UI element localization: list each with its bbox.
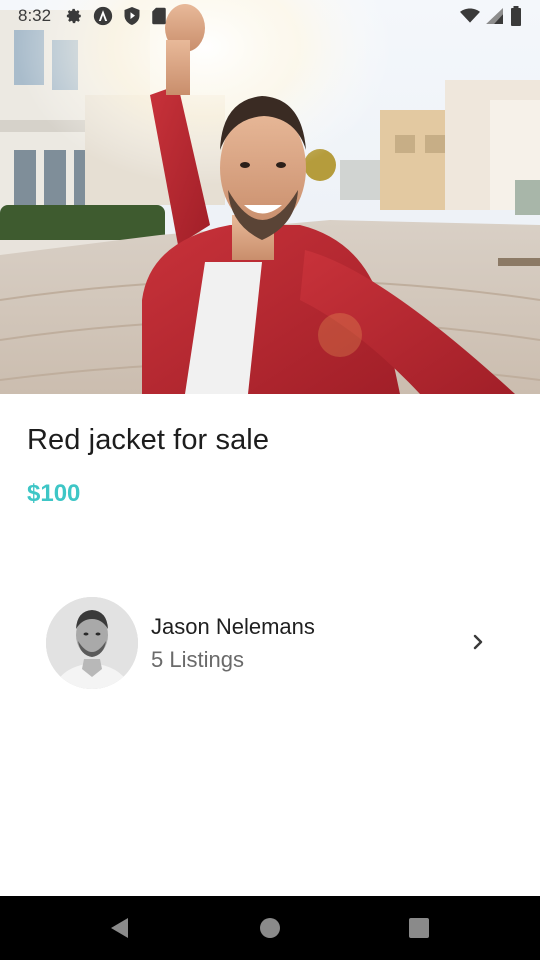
listing-photo — [0, 0, 540, 394]
wifi-icon — [460, 8, 480, 24]
system-navigation-bar — [0, 896, 540, 960]
battery-icon — [510, 6, 522, 26]
gear-icon — [65, 7, 83, 25]
listing-price: $100 — [27, 480, 81, 507]
seller-name: Jason Nelemans — [151, 614, 315, 639]
listing-title: Red jacket for sale — [27, 424, 270, 456]
listing-detail-screen: 8:32 Red jacket for sale $100 Jason Nele… — [0, 0, 540, 960]
status-bar: 8:32 — [0, 0, 540, 32]
recents-icon[interactable] — [407, 916, 431, 940]
app-a-icon — [93, 6, 113, 26]
status-system-icons — [460, 6, 522, 26]
seller-listing-count: 5 Listings — [151, 647, 244, 672]
back-icon[interactable] — [108, 916, 132, 940]
status-notifications — [65, 6, 167, 26]
sd-card-icon — [151, 7, 167, 25]
chevron-right-icon[interactable] — [468, 632, 488, 652]
seller-row[interactable]: Jason Nelemans 5 Listings — [0, 580, 540, 704]
signal-icon — [486, 8, 504, 24]
seller-avatar — [46, 597, 138, 689]
play-protect-icon — [123, 6, 141, 26]
status-time: 8:32 — [18, 6, 52, 25]
home-icon[interactable] — [258, 916, 282, 940]
